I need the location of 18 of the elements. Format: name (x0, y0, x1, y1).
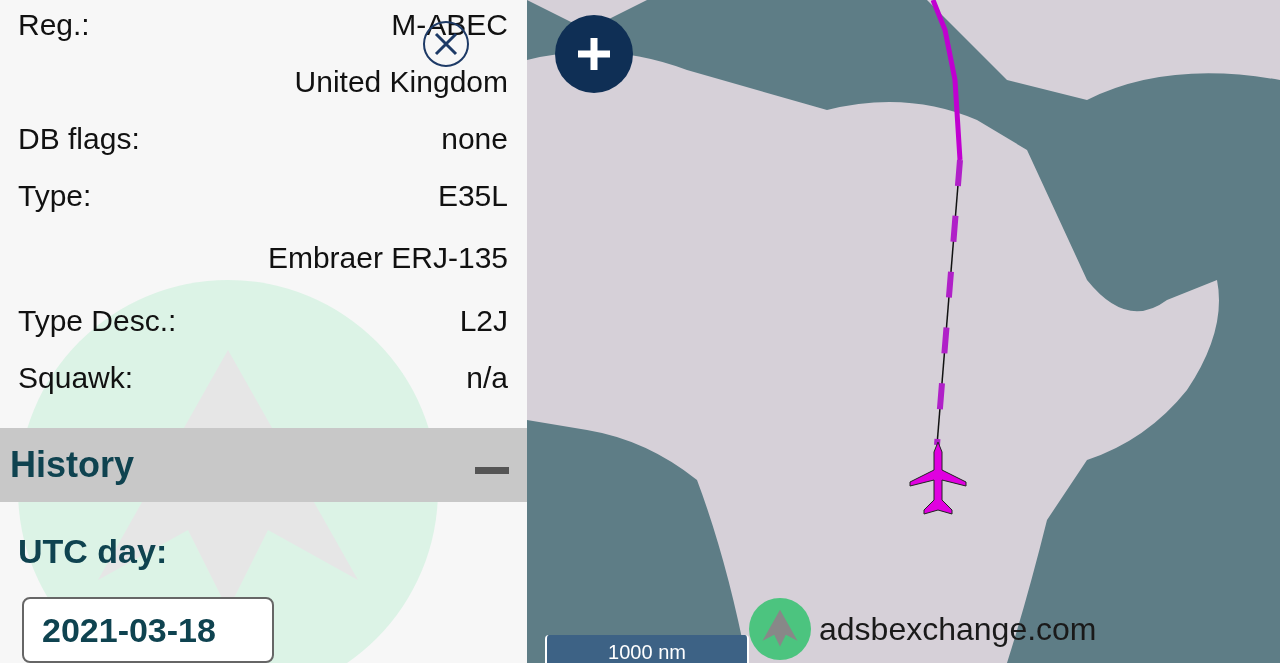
field-value: M-ABEC (391, 7, 508, 42)
field-value: Embraer ERJ-135 (267, 241, 508, 275)
field-value: n/a (466, 360, 508, 395)
field-label: Squawk: (18, 360, 134, 395)
scale-bar: 1000 nm (545, 635, 749, 663)
field-value: E35L (437, 178, 508, 213)
field-value: none (441, 121, 508, 156)
history-header[interactable]: History (0, 428, 527, 502)
utc-day-label: UTC day: (18, 532, 168, 571)
field-label: DB flags: (18, 121, 140, 156)
minus-icon[interactable] (475, 466, 509, 474)
date-field[interactable]: 2021-03-18 (22, 597, 274, 663)
field-label: Type: (18, 178, 92, 213)
field-label: Reg.: (18, 7, 90, 42)
field-label: Type Desc.: (18, 303, 177, 338)
logo-icon (749, 598, 811, 660)
field-value: L2J (459, 303, 508, 338)
field-value: United Kingdom (294, 64, 508, 99)
